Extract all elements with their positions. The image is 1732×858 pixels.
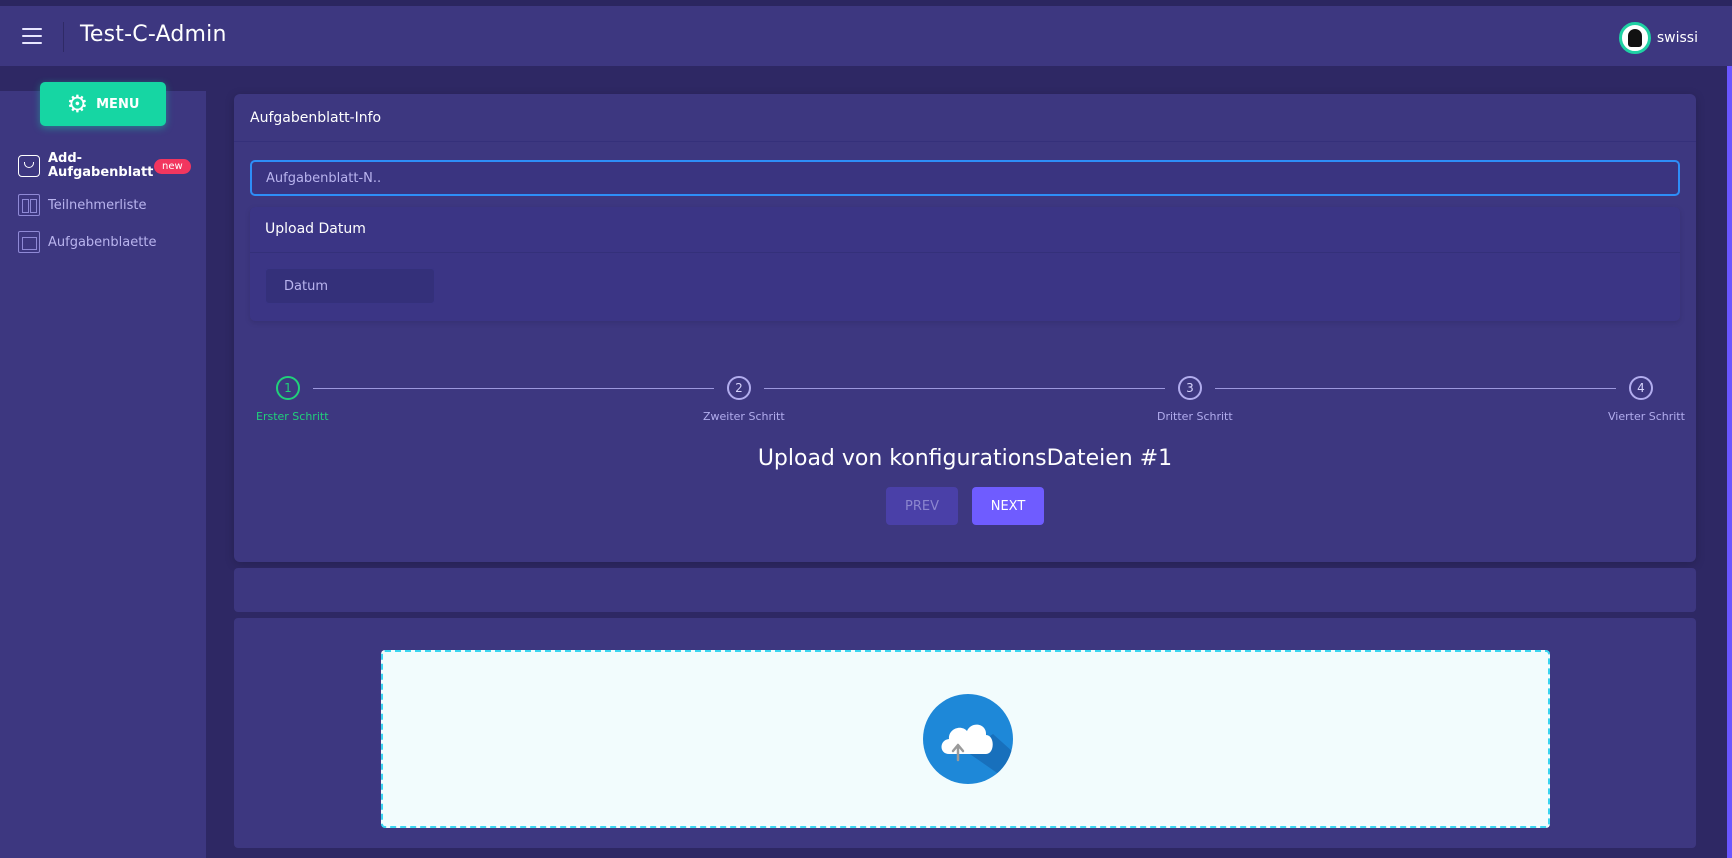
file-dropzone[interactable] (381, 650, 1550, 828)
sidebar-item-label: Add-Aufgabenblatt (48, 151, 154, 180)
menu-button[interactable]: ⚙ MENU (40, 82, 166, 126)
step-connector (764, 388, 1165, 389)
content-strip (234, 568, 1696, 612)
step-connector (313, 388, 714, 389)
upload-panel (234, 618, 1696, 848)
card-title: Aufgabenblatt-Info (234, 94, 1696, 142)
username: swissi (1656, 30, 1698, 46)
scrollbar[interactable] (1727, 66, 1732, 858)
step-3-circle[interactable]: 3 (1178, 376, 1202, 400)
columns-icon (18, 194, 40, 216)
hamburger-menu-icon[interactable] (22, 28, 44, 44)
upload-date-card: Upload Datum (250, 207, 1680, 321)
step-1-circle[interactable]: 1 (276, 376, 300, 400)
upload-date-title: Upload Datum (250, 207, 1680, 253)
step-1-label: Erster Schritt (256, 410, 329, 423)
header-divider (63, 22, 64, 52)
step-3-label: Dritter Schritt (1157, 410, 1233, 423)
step-2-label: Zweiter Schritt (703, 410, 785, 423)
step-connector (1215, 388, 1616, 389)
sidebar-item-add-aufgabenblatt[interactable]: Add-Aufgabenblatt new (18, 152, 191, 180)
step-4-circle[interactable]: 4 (1629, 376, 1653, 400)
sidebar-item-aufgabenblaette[interactable]: Aufgabenblaette (18, 231, 156, 253)
step-title: Upload von konfigurationsDateien #1 (757, 446, 1173, 471)
aufgabenblatt-name-input[interactable] (250, 160, 1680, 196)
cloud-upload-icon (923, 694, 1013, 784)
menu-button-label: MENU (96, 96, 140, 112)
step-2-circle[interactable]: 2 (727, 376, 751, 400)
new-badge: new (154, 158, 191, 174)
next-button[interactable]: NEXT (972, 487, 1044, 525)
aufgabenblatt-info-card: Aufgabenblatt-Info Upload Datum 1 2 3 4 … (234, 94, 1696, 562)
window-frame-icon (18, 231, 40, 253)
shopping-bag-icon (18, 155, 40, 177)
app-title: Test-C-Admin (80, 22, 227, 47)
avatar[interactable] (1618, 22, 1651, 54)
sidebar-item-label: Teilnehmerliste (48, 197, 147, 213)
prev-button[interactable]: PREV (886, 487, 958, 525)
gear-icon: ⚙ (66, 90, 89, 118)
sidebar-item-teilnehmerliste[interactable]: Teilnehmerliste (18, 194, 147, 216)
step-4-label: Vierter Schritt (1608, 410, 1685, 423)
date-input[interactable] (265, 268, 435, 304)
user-menu[interactable]: swissi (1618, 22, 1698, 54)
top-bar: Test-C-Admin swissi (0, 0, 1732, 66)
sidebar-item-label: Aufgabenblaette (48, 234, 157, 250)
